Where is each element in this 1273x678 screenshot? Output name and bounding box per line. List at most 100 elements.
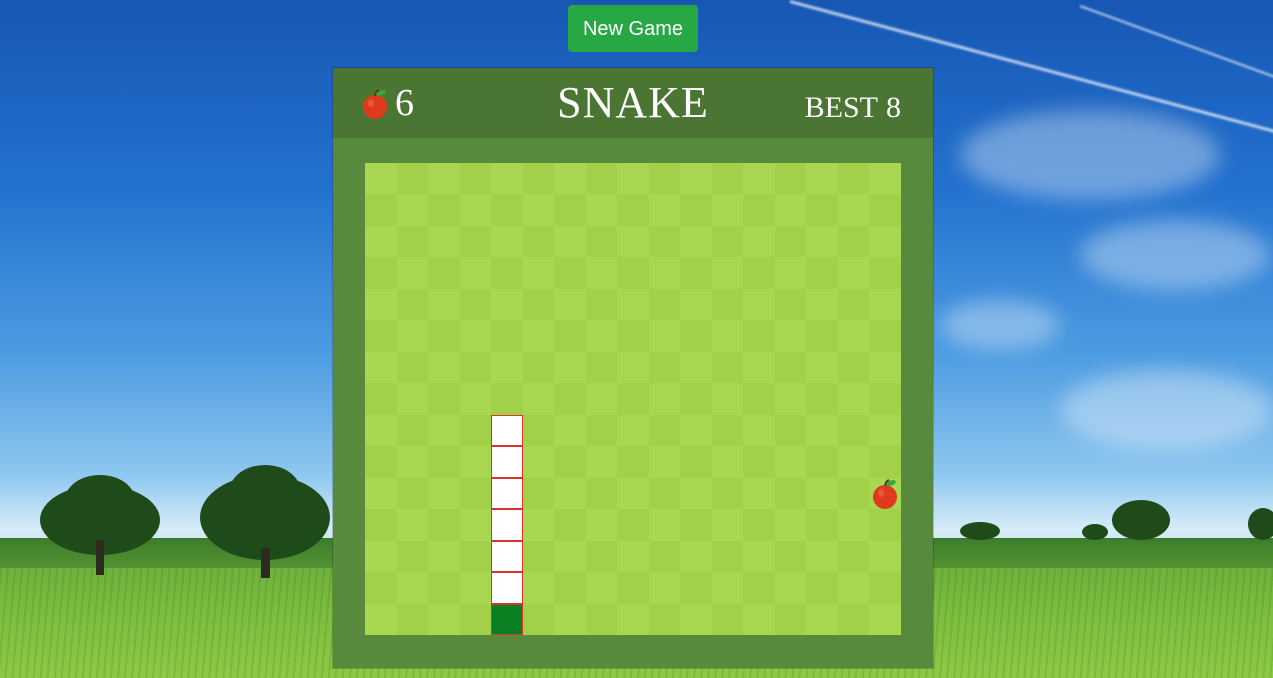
board-cell	[680, 603, 712, 636]
board-cell	[522, 509, 555, 541]
board-cell	[680, 572, 712, 604]
board-cell	[711, 540, 744, 573]
board-cell	[806, 540, 838, 573]
board-cell	[396, 288, 429, 321]
board-cell	[869, 288, 901, 321]
board-cell	[648, 509, 681, 541]
board-cell	[711, 288, 744, 321]
board-cell	[806, 320, 838, 352]
new-game-button[interactable]: New Game	[568, 5, 698, 52]
board-cell	[648, 257, 681, 289]
board-cell	[648, 194, 681, 226]
board-cell	[459, 572, 492, 604]
board-cell	[680, 320, 712, 352]
board-cell	[680, 225, 712, 258]
board-cell	[522, 225, 555, 258]
board-cell	[743, 446, 775, 478]
board-cell	[491, 257, 523, 289]
board-cell	[648, 477, 681, 510]
board-cell	[585, 509, 618, 541]
board-cell	[837, 572, 870, 604]
board-cell	[554, 477, 586, 510]
board-cell	[743, 572, 775, 604]
board-cell	[806, 163, 838, 195]
board-cell	[585, 257, 618, 289]
board-cell	[428, 163, 460, 195]
board-cell	[648, 320, 681, 352]
board-cell	[365, 288, 397, 321]
board-cell	[774, 257, 807, 289]
board-cell	[491, 163, 523, 195]
best-value: 8	[886, 91, 901, 124]
board-cell	[428, 477, 460, 510]
board-cell	[428, 603, 460, 636]
board-cell	[774, 288, 807, 321]
board-cell	[396, 320, 429, 352]
board-cell	[774, 446, 807, 478]
board-cell	[585, 351, 618, 384]
board-cell	[554, 225, 586, 258]
board-cell	[806, 572, 838, 604]
board-cell	[522, 351, 555, 384]
board-cell	[774, 414, 807, 447]
board-cell	[869, 540, 901, 573]
board-cell	[365, 320, 397, 352]
board-cell	[554, 288, 586, 321]
board-cell	[837, 540, 870, 573]
board-cell	[617, 351, 649, 384]
board-cell	[837, 225, 870, 258]
cloud	[1060, 370, 1273, 450]
board-cell	[680, 194, 712, 226]
snake-body-segment	[491, 509, 523, 541]
board-cell	[617, 163, 649, 195]
board-cell	[648, 414, 681, 447]
board-cell	[585, 446, 618, 478]
board-cell	[554, 351, 586, 384]
board-cell	[837, 163, 870, 195]
board-cell	[774, 540, 807, 573]
board-cell	[774, 572, 807, 604]
board-cell	[365, 603, 397, 636]
board-cell	[743, 225, 775, 258]
board-cell	[837, 351, 870, 384]
board-cell	[522, 414, 555, 447]
board-cell	[365, 225, 397, 258]
board-cell	[585, 163, 618, 195]
snake-head	[491, 603, 523, 635]
board-cell	[491, 225, 523, 258]
board-cell	[806, 509, 838, 541]
board-cell	[743, 383, 775, 415]
board-cell	[522, 540, 555, 573]
board-cell	[774, 163, 807, 195]
board-cell	[522, 572, 555, 604]
board-cell	[617, 383, 649, 415]
board-cell	[743, 603, 775, 636]
board-cell	[585, 383, 618, 415]
board-cell	[522, 603, 555, 636]
board-cell	[837, 509, 870, 541]
board-cell	[774, 320, 807, 352]
board-cell	[396, 540, 429, 573]
board-cell	[774, 509, 807, 541]
board-cell	[585, 477, 618, 510]
snake-body-segment	[491, 477, 523, 510]
board-cell	[459, 477, 492, 510]
board-cell	[774, 194, 807, 226]
board-cell	[365, 194, 397, 226]
board-cell	[585, 414, 618, 447]
board-cell	[711, 351, 744, 384]
board-cell	[806, 603, 838, 636]
cloud	[960, 110, 1220, 200]
board-cell	[459, 383, 492, 415]
board-cell	[711, 572, 744, 604]
board-cell	[365, 383, 397, 415]
board-cell	[743, 257, 775, 289]
board-cell	[428, 225, 460, 258]
board-cell	[459, 194, 492, 226]
board-cell	[522, 477, 555, 510]
game-board[interactable]	[365, 163, 901, 636]
board-cell	[837, 257, 870, 289]
board-cell	[869, 572, 901, 604]
snake-body-segment	[491, 414, 523, 447]
board-cell	[617, 225, 649, 258]
